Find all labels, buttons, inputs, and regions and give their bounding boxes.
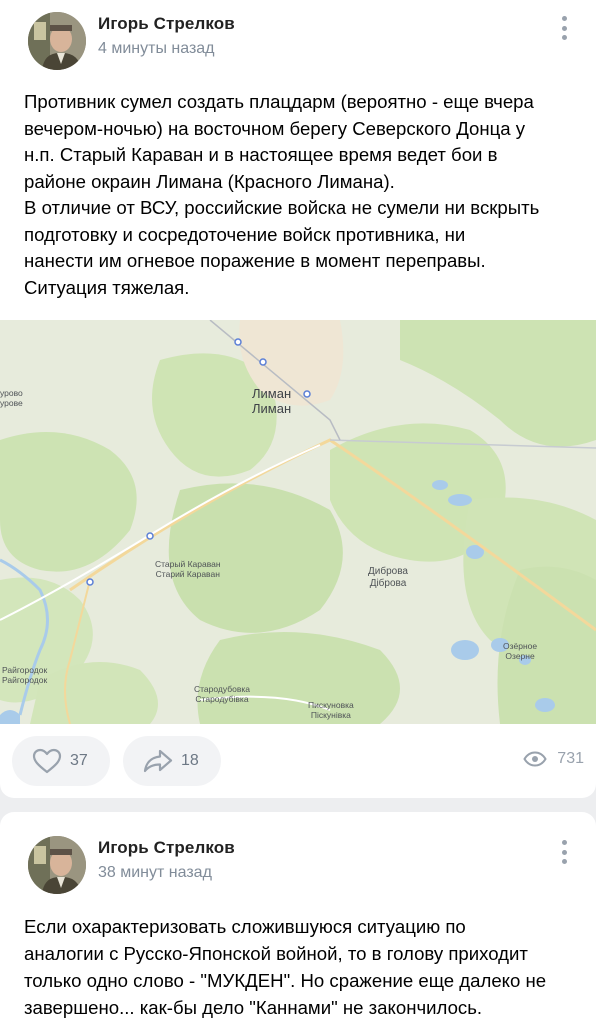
share-count: 18	[181, 752, 199, 769]
views-count: 731	[557, 750, 584, 767]
author-name[interactable]: Игорь Стрелков	[98, 14, 235, 34]
like-count: 37	[70, 752, 88, 769]
eye-icon	[523, 751, 547, 767]
post-text: Если охарактеризовать сложившуюся ситуац…	[24, 916, 547, 1018]
post-time[interactable]: 38 минут назад	[98, 864, 212, 882]
map-label-ozernoe: Озёрное Озерне	[503, 641, 538, 661]
heart-icon	[32, 748, 62, 774]
share-arrow-icon	[143, 749, 173, 773]
post-header: Игорь Стрелков 38 минут назад	[0, 824, 596, 904]
avatar-image	[28, 836, 86, 894]
post-card: Игорь Стрелков 4 минуты назад Противник …	[0, 0, 596, 798]
map-label-edge: урово урове	[0, 388, 23, 408]
post-header: Игорь Стрелков 4 минуты назад	[0, 0, 596, 80]
avatar[interactable]	[28, 12, 86, 70]
map-label-dibrova: Диброва Діброва	[368, 566, 408, 589]
avatar[interactable]	[28, 836, 86, 894]
map-label-raigorodok: Райгородок Райгородок	[2, 665, 48, 685]
map-label-liman: Лиман Лиман	[252, 386, 292, 416]
more-vertical-icon[interactable]	[558, 14, 570, 42]
map-label-starodubovka: Стародубовка Стародубівка	[194, 684, 250, 704]
post-text: Противник сумел создать плацдарм (вероят…	[24, 91, 540, 298]
views-counter: 731	[523, 750, 584, 768]
avatar-image	[28, 12, 86, 70]
post-time[interactable]: 4 минуты назад	[98, 40, 215, 58]
post-card: Игорь Стрелков 38 минут назад Если охара…	[0, 812, 596, 1024]
more-vertical-icon[interactable]	[558, 838, 570, 866]
map-graphic	[0, 320, 596, 724]
map-image[interactable]: урово урове Лиман Лиман Старый Караван Стар…	[0, 320, 596, 724]
map-label-stary-karavan: Старый Караван Старий Караван	[155, 559, 221, 579]
share-button[interactable]: 18	[123, 736, 221, 786]
like-button[interactable]: 37	[12, 736, 110, 786]
map-label-piskunovka: Пискуновка Піскунівка	[308, 700, 354, 720]
post-actions: 37 18 731	[0, 736, 596, 788]
author-name[interactable]: Игорь Стрелков	[98, 838, 235, 858]
